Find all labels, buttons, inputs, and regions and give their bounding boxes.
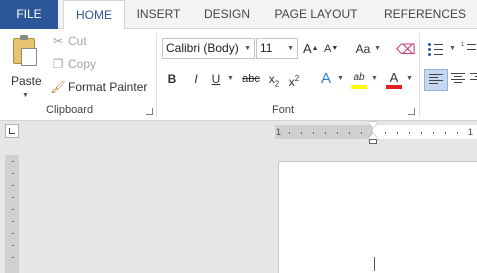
underline-button[interactable]: U bbox=[210, 69, 222, 89]
number-mark: 1 bbox=[461, 42, 465, 48]
copy-label: Copy bbox=[68, 57, 97, 71]
chevron-down-icon: ▼ bbox=[244, 45, 251, 52]
bullet-line bbox=[434, 54, 443, 55]
bullet-dot bbox=[428, 43, 431, 46]
grow-font-label: A bbox=[303, 41, 312, 56]
bullet-line bbox=[434, 44, 443, 45]
font-color-button[interactable]: A bbox=[385, 68, 403, 89]
caret-up-icon: ▲ bbox=[311, 45, 319, 52]
copy-button[interactable]: ❐ Copy bbox=[50, 55, 96, 73]
chevron-down-icon[interactable]: ▼ bbox=[337, 69, 344, 89]
shrink-font-button[interactable]: A▼ bbox=[324, 39, 338, 59]
chevron-down-icon[interactable]: ▼ bbox=[371, 69, 378, 89]
highlight-button[interactable]: ab bbox=[350, 68, 368, 89]
align-right-icon bbox=[470, 73, 477, 85]
tab-file[interactable]: FILE bbox=[0, 0, 58, 29]
change-case-button[interactable]: Aa bbox=[354, 39, 372, 59]
caret-down-icon: ▼ bbox=[331, 45, 339, 52]
ruler-text-area bbox=[373, 125, 477, 139]
ruler-number: 1 bbox=[468, 127, 474, 137]
font-color-label: A bbox=[389, 70, 399, 85]
bullets-icon[interactable] bbox=[428, 42, 444, 56]
font-color-swatch bbox=[386, 85, 402, 89]
horizontal-ruler[interactable]: 1 1 bbox=[275, 122, 477, 144]
ribbon: Paste ▼ ✂ Cut ❐ Copy 🖌 Format Painter Clipb… bbox=[0, 29, 477, 121]
align-center-button[interactable] bbox=[451, 73, 465, 85]
tab-home[interactable]: HOME bbox=[63, 0, 125, 30]
scissors-icon: ✂ bbox=[52, 34, 64, 48]
tab-selector-icon[interactable] bbox=[5, 124, 19, 138]
bullet-line bbox=[434, 49, 443, 50]
paste-button[interactable]: Paste ▼ bbox=[6, 34, 44, 100]
number-line bbox=[467, 49, 476, 50]
chevron-down-icon[interactable]: ▼ bbox=[406, 69, 413, 89]
number-line bbox=[467, 44, 476, 45]
tab-references[interactable]: REFERENCES bbox=[373, 0, 477, 29]
chevron-down-icon[interactable]: ▼ bbox=[374, 39, 381, 59]
format-painter-button[interactable]: 🖌 Format Painter bbox=[50, 78, 147, 96]
cut-button[interactable]: ✂ Cut bbox=[50, 32, 87, 50]
chevron-down-icon[interactable]: ▼ bbox=[22, 92, 29, 99]
document-page[interactable] bbox=[278, 161, 477, 273]
clear-formatting-eraser-icon[interactable]: ⌫ bbox=[396, 39, 416, 59]
italic-button[interactable]: I bbox=[190, 69, 202, 89]
strikethrough-button[interactable]: abc bbox=[240, 69, 262, 89]
ribbon-tab-bar: FILE HOME INSERT DESIGN PAGE LAYOUT REFE… bbox=[0, 0, 477, 30]
first-line-indent-marker[interactable] bbox=[368, 122, 378, 128]
subscript-button[interactable]: x2 bbox=[266, 69, 282, 89]
tab-page-layout[interactable]: PAGE LAYOUT bbox=[268, 0, 364, 29]
font-size-value: 11 bbox=[260, 41, 273, 55]
paste-label: Paste bbox=[11, 74, 42, 88]
group-divider bbox=[419, 33, 420, 117]
chevron-down-icon: ▼ bbox=[287, 45, 294, 52]
change-case-label: Aa bbox=[355, 42, 371, 56]
font-launcher-icon[interactable] bbox=[408, 108, 415, 115]
cut-label: Cut bbox=[68, 34, 87, 48]
vertical-ruler[interactable] bbox=[5, 155, 19, 273]
align-right-button[interactable] bbox=[470, 73, 477, 85]
clipboard-group-label: Clipboard bbox=[46, 104, 94, 116]
chevron-down-icon[interactable]: ▼ bbox=[449, 39, 456, 59]
superscript-button[interactable]: x2 bbox=[286, 69, 302, 89]
bullet-dot bbox=[428, 48, 431, 51]
copy-icon: ❐ bbox=[52, 57, 64, 71]
text-cursor bbox=[374, 257, 375, 271]
numbering-icon[interactable]: 1 bbox=[461, 42, 477, 56]
ruler-number: 1 bbox=[276, 127, 282, 137]
font-name-value: Calibri (Body) bbox=[166, 41, 239, 55]
font-group-label: Font bbox=[272, 104, 295, 116]
bold-button[interactable]: B bbox=[166, 69, 178, 89]
font-name-combo[interactable]: Calibri (Body) ▼ bbox=[162, 38, 255, 59]
ruler-bar: 1 1 bbox=[0, 121, 477, 144]
superscript-mark: 2 bbox=[294, 74, 300, 83]
tab-design[interactable]: DESIGN bbox=[197, 0, 257, 29]
clipboard-launcher-icon[interactable] bbox=[146, 108, 153, 115]
text-effects-button[interactable]: A bbox=[318, 69, 334, 89]
highlight-color-swatch bbox=[351, 85, 367, 89]
grow-font-button[interactable]: A▲ bbox=[303, 39, 319, 59]
bullet-dot bbox=[428, 53, 431, 56]
chevron-down-icon[interactable]: ▼ bbox=[227, 69, 234, 89]
align-center-icon bbox=[451, 73, 465, 85]
tab-insert[interactable]: INSERT bbox=[131, 0, 186, 29]
subscript-mark: 2 bbox=[274, 79, 280, 89]
group-divider bbox=[156, 33, 157, 117]
font-size-combo[interactable]: 11 ▼ bbox=[256, 38, 298, 59]
paste-paper-icon bbox=[21, 48, 37, 66]
paintbrush-icon: 🖌 bbox=[50, 80, 66, 94]
align-left-icon bbox=[429, 74, 443, 86]
format-painter-label: Format Painter bbox=[68, 80, 148, 94]
highlight-label: ab bbox=[353, 72, 365, 83]
left-indent-marker[interactable] bbox=[369, 139, 377, 144]
align-left-button[interactable] bbox=[424, 69, 448, 91]
